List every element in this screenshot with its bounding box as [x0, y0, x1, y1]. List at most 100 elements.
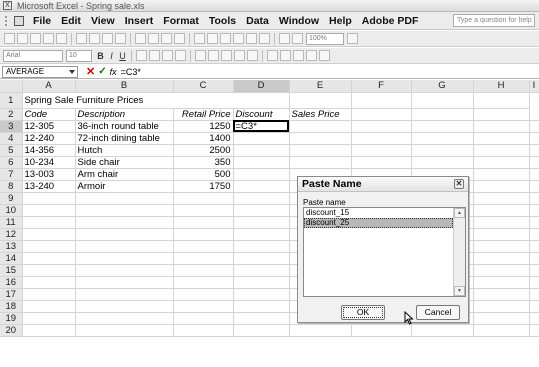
cell[interactable]: [529, 312, 539, 325]
hyperlink-icon[interactable]: [220, 33, 231, 44]
code-cell[interactable]: 13-003: [22, 168, 76, 181]
underline-button[interactable]: U: [117, 51, 128, 61]
cell[interactable]: [411, 92, 474, 109]
cell[interactable]: [233, 252, 290, 265]
row-header[interactable]: 4: [0, 132, 23, 145]
workbook-icon[interactable]: [14, 15, 24, 26]
header-discount-cell[interactable]: Discount: [233, 108, 290, 121]
cell[interactable]: [173, 192, 234, 205]
cell[interactable]: [173, 312, 234, 325]
cell[interactable]: [233, 312, 290, 325]
cell[interactable]: [289, 120, 352, 133]
list-item-selected[interactable]: discount_25: [304, 218, 453, 228]
menu-insert[interactable]: Insert: [120, 15, 159, 27]
cell[interactable]: [75, 312, 174, 325]
cell[interactable]: [411, 132, 474, 145]
cell[interactable]: [473, 252, 530, 265]
cell[interactable]: [351, 144, 412, 157]
decrease-decimal-icon[interactable]: [247, 50, 258, 61]
currency-icon[interactable]: [195, 50, 206, 61]
font-name-select[interactable]: Arial: [3, 49, 63, 62]
scroll-down-icon[interactable]: ▼: [454, 286, 465, 296]
cell[interactable]: [529, 252, 539, 265]
column-header-c[interactable]: C: [173, 80, 234, 93]
cell[interactable]: [529, 288, 539, 301]
discount-cell[interactable]: [233, 168, 290, 181]
cell[interactable]: [233, 324, 290, 337]
redo-icon[interactable]: [207, 33, 218, 44]
code-cell[interactable]: 14-356: [22, 144, 76, 157]
column-header-a[interactable]: A: [22, 80, 76, 93]
cell[interactable]: [233, 228, 290, 241]
cell[interactable]: [529, 120, 539, 133]
cell[interactable]: [411, 144, 474, 157]
cell[interactable]: [529, 180, 539, 193]
cell[interactable]: [351, 92, 412, 109]
cell[interactable]: [22, 288, 76, 301]
cell[interactable]: [529, 228, 539, 241]
menu-view[interactable]: View: [86, 15, 120, 27]
retail-price-cell[interactable]: 350: [173, 156, 234, 169]
help-icon[interactable]: [347, 33, 358, 44]
cell[interactable]: [22, 276, 76, 289]
drawing-icon[interactable]: [292, 33, 303, 44]
cell[interactable]: [75, 264, 174, 277]
scroll-up-icon[interactable]: ▲: [454, 208, 465, 218]
cell[interactable]: [22, 300, 76, 313]
font-size-select[interactable]: 10: [66, 49, 92, 62]
cell[interactable]: [289, 156, 352, 169]
formula-input[interactable]: =C3*: [121, 67, 141, 77]
menu-window[interactable]: Window: [274, 15, 324, 27]
cell[interactable]: [173, 216, 234, 229]
cell[interactable]: [173, 252, 234, 265]
cell[interactable]: [173, 264, 234, 277]
header-description-cell[interactable]: Description: [75, 108, 174, 121]
listbox-scrollbar[interactable]: ▲ ▼: [453, 208, 465, 296]
description-cell[interactable]: Armoir: [75, 180, 174, 193]
row-header[interactable]: 6: [0, 156, 23, 169]
retail-price-cell[interactable]: 2500: [173, 144, 234, 157]
cell[interactable]: [22, 204, 76, 217]
cell[interactable]: [233, 276, 290, 289]
cell[interactable]: [473, 264, 530, 277]
cell[interactable]: [473, 300, 530, 313]
select-all-corner[interactable]: [0, 80, 23, 93]
cell[interactable]: [473, 204, 530, 217]
row-header[interactable]: 7: [0, 168, 23, 181]
cell[interactable]: [173, 324, 234, 337]
row-header[interactable]: 19: [0, 312, 23, 325]
name-listbox[interactable]: discount_15 discount_25 ▲ ▼: [303, 207, 466, 297]
cell[interactable]: [473, 216, 530, 229]
header-code-cell[interactable]: Code: [22, 108, 76, 121]
menu-tools[interactable]: Tools: [204, 15, 241, 27]
cell[interactable]: [473, 228, 530, 241]
cell[interactable]: [75, 288, 174, 301]
cell[interactable]: [473, 168, 530, 181]
column-header-d[interactable]: D: [233, 80, 290, 93]
cut-icon[interactable]: [135, 33, 146, 44]
cell[interactable]: [473, 192, 530, 205]
row-header[interactable]: 16: [0, 276, 23, 289]
research-icon[interactable]: [115, 33, 126, 44]
column-header-i[interactable]: I: [529, 80, 539, 93]
cell[interactable]: [473, 288, 530, 301]
cell[interactable]: [233, 192, 290, 205]
chevron-down-icon[interactable]: [69, 69, 75, 74]
column-header-f[interactable]: F: [351, 80, 412, 93]
save-icon[interactable]: [30, 33, 41, 44]
font-color-icon[interactable]: [319, 50, 330, 61]
row-header[interactable]: 11: [0, 216, 23, 229]
sort-ascending-icon[interactable]: [246, 33, 257, 44]
column-header-e[interactable]: E: [289, 80, 352, 93]
cell[interactable]: [173, 276, 234, 289]
enter-check-icon[interactable]: ✓: [98, 66, 106, 77]
cell[interactable]: [473, 120, 530, 133]
cancel-entry-icon[interactable]: ✕: [86, 65, 95, 78]
cell[interactable]: [22, 216, 76, 229]
active-cell-d3[interactable]: =C3*: [233, 120, 290, 133]
cell[interactable]: [233, 240, 290, 253]
cell[interactable]: [233, 288, 290, 301]
cell[interactable]: [529, 144, 539, 157]
cell[interactable]: [22, 252, 76, 265]
column-header-b[interactable]: B: [75, 80, 174, 93]
